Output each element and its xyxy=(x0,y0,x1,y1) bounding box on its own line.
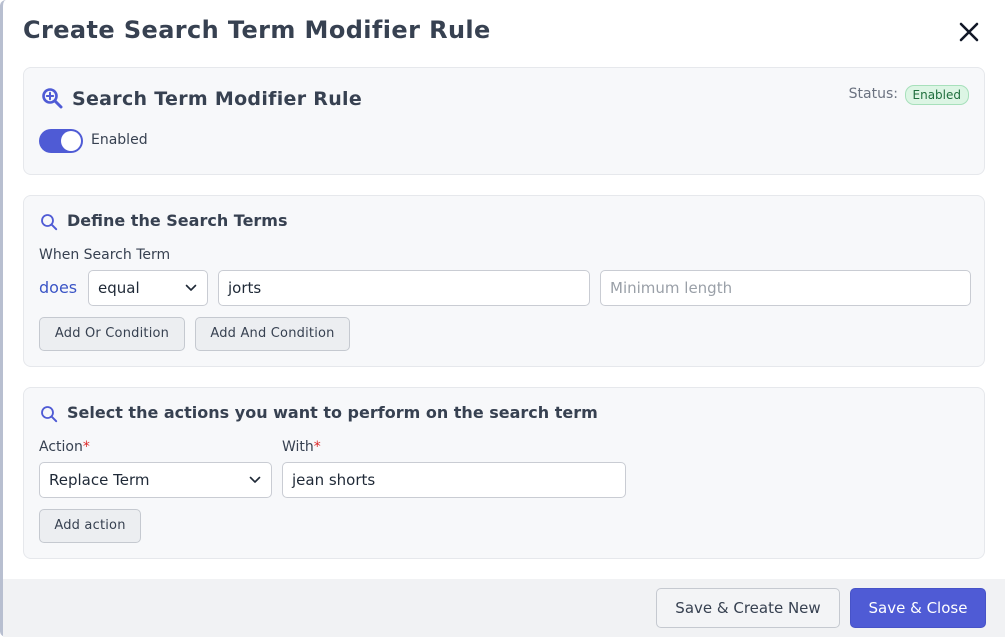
add-action-button[interactable]: Add action xyxy=(39,509,141,543)
chevron-down-icon xyxy=(249,476,261,483)
with-input[interactable]: jean shorts xyxy=(282,462,626,498)
does-text: does xyxy=(39,278,78,297)
operator-select-value: equal xyxy=(98,279,140,297)
actions-card: Select the actions you want to perform o… xyxy=(23,387,985,559)
close-icon xyxy=(959,22,979,42)
when-search-term-label: When Search Term xyxy=(39,247,171,263)
chevron-down-icon xyxy=(185,284,197,291)
toggle-knob xyxy=(61,131,81,151)
modal-footer: Save & Create New Save & Close xyxy=(3,579,1005,637)
search-terms-title: Define the Search Terms xyxy=(67,211,288,230)
add-or-condition-button[interactable]: Add Or Condition xyxy=(39,317,185,351)
action-select-value: Replace Term xyxy=(49,471,150,489)
action-select[interactable]: Replace Term xyxy=(39,462,272,498)
search-term-input[interactable]: jorts xyxy=(218,270,590,306)
search-plus-icon xyxy=(42,88,63,109)
required-mark: * xyxy=(313,439,321,455)
search-icon xyxy=(41,406,58,423)
with-label-text: With xyxy=(282,439,314,455)
search-terms-card: Define the Search Terms When Search Term… xyxy=(23,195,985,367)
required-mark: * xyxy=(82,439,90,455)
search-icon xyxy=(41,214,58,231)
rule-card-title: Search Term Modifier Rule xyxy=(72,88,363,110)
action-label: Action* xyxy=(39,439,90,455)
with-label: With* xyxy=(282,439,321,455)
operator-select[interactable]: equal xyxy=(88,270,208,306)
toggle-label: Enabled xyxy=(91,132,148,148)
rule-status-card: Search Term Modifier Rule Status: Enable… xyxy=(23,67,985,175)
minimum-length-input[interactable]: Minimum length xyxy=(600,270,971,306)
add-and-condition-button[interactable]: Add And Condition xyxy=(195,317,350,351)
save-create-new-button[interactable]: Save & Create New xyxy=(656,588,840,628)
close-button[interactable] xyxy=(957,20,981,44)
modal-title: Create Search Term Modifier Rule xyxy=(23,16,491,44)
status-badge: Enabled xyxy=(904,85,969,105)
create-rule-modal: Create Search Term Modifier Rule Search … xyxy=(0,0,1005,637)
status-label: Status: xyxy=(848,86,898,102)
modal-header: Create Search Term Modifier Rule xyxy=(3,0,1005,64)
save-close-button[interactable]: Save & Close xyxy=(850,588,986,628)
actions-title: Select the actions you want to perform o… xyxy=(67,403,598,422)
action-label-text: Action xyxy=(39,439,83,455)
enabled-toggle[interactable] xyxy=(39,129,83,153)
